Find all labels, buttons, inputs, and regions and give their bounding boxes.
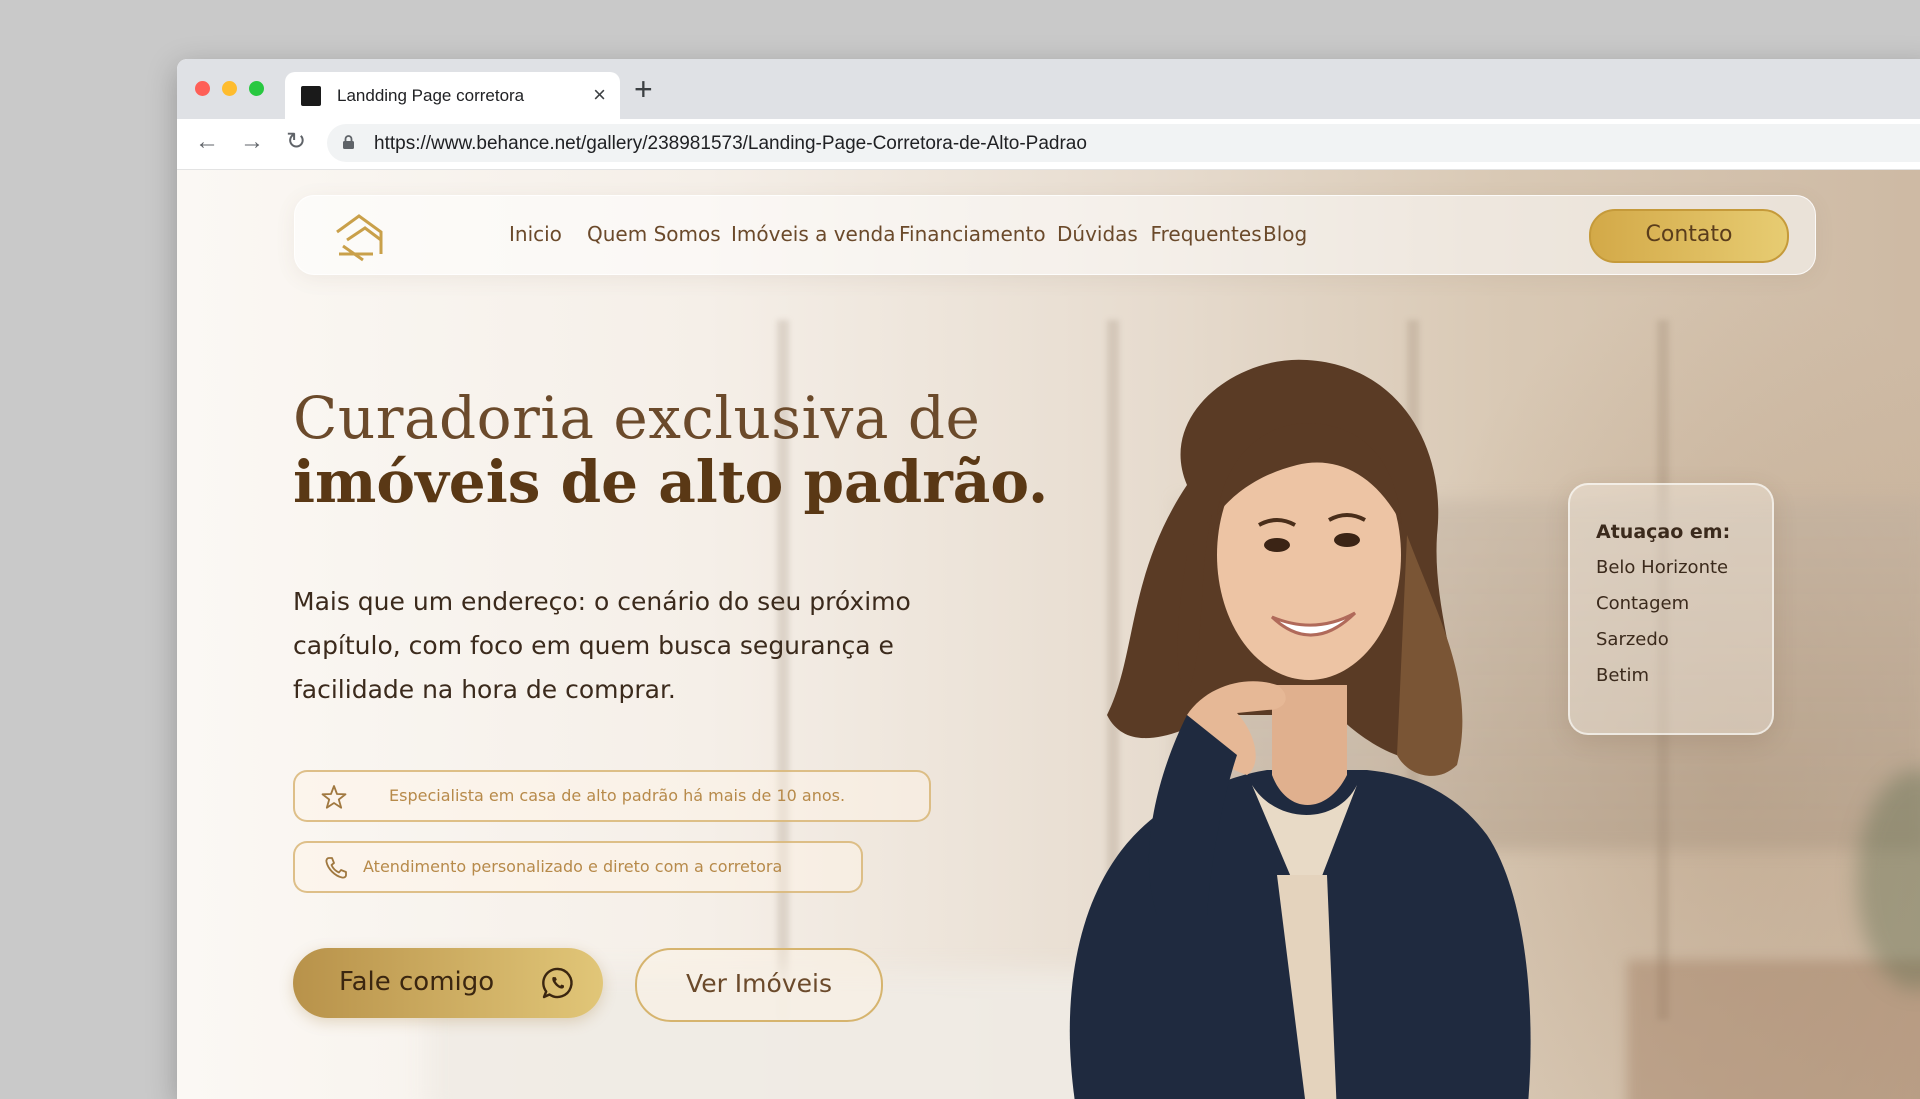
background-table	[1627, 960, 1920, 1099]
city-item: Contagem	[1596, 593, 1690, 614]
lock-icon	[343, 135, 354, 149]
landing-page: Inicio Quem Somos Imóveis a venda Financ…	[177, 170, 1920, 1099]
maximize-window-button[interactable]	[249, 81, 264, 96]
atuacao-card: Atuaçao em: Belo Horizonte Contagem Sarz…	[1568, 483, 1774, 735]
address-bar[interactable]: https://www.behance.net/gallery/23898157…	[327, 124, 1920, 162]
tab-strip: Landding Page corretora × +	[177, 59, 1920, 119]
contato-button[interactable]: Contato	[1589, 209, 1789, 263]
whatsapp-icon	[542, 967, 573, 999]
ver-imoveis-button[interactable]: Ver Imóveis	[635, 948, 883, 1022]
city-item: Betim	[1596, 665, 1650, 686]
nav-imoveis-a-venda[interactable]: Imóveis a venda	[731, 222, 895, 246]
reload-icon[interactable]: ↻	[281, 127, 311, 157]
nav-financiamento[interactable]: Financiamento	[899, 222, 1046, 246]
nav-inicio[interactable]: Inicio	[509, 222, 562, 246]
city-item: Belo Horizonte	[1596, 557, 1729, 578]
tab-close-icon[interactable]: ×	[593, 82, 606, 108]
atuacao-title: Atuaçao em:	[1596, 521, 1731, 543]
favicon-icon	[301, 86, 321, 106]
star-icon	[321, 785, 347, 809]
back-arrow-icon[interactable]: ←	[192, 127, 222, 157]
tab-title: Landding Page corretora	[337, 86, 525, 105]
feature-badge-experience: Especialista em casa de alto padrão há m…	[293, 770, 931, 822]
hero-headline-line1: Curadoria exclusiva de	[293, 384, 981, 452]
city-item: Sarzedo	[1596, 629, 1669, 650]
feature-text: Atendimento personalizado e direto com a…	[363, 857, 783, 876]
fale-comigo-label: Fale comigo	[339, 967, 495, 997]
browser-toolbar: ← → ↻ https://www.behance.net/gallery/23…	[177, 119, 1920, 170]
nav-blog[interactable]: Blog	[1263, 222, 1307, 246]
site-header: Inicio Quem Somos Imóveis a venda Financ…	[294, 195, 1816, 275]
feature-text: Especialista em casa de alto padrão há m…	[389, 786, 846, 805]
browser-window: Landding Page corretora × + ← → ↻ https:…	[177, 59, 1920, 1099]
feature-badge-service: Atendimento personalizado e direto com a…	[293, 841, 863, 893]
phone-icon	[325, 857, 347, 879]
fale-comigo-button[interactable]: Fale comigo	[293, 948, 603, 1018]
hero-subtitle: Mais que um endereço: o cenário do seu p…	[293, 587, 911, 704]
forward-arrow-icon[interactable]: →	[237, 127, 267, 157]
realtor-photo	[1069, 359, 1531, 1099]
hero-headline-line2: imóveis de alto padrão.	[293, 448, 1049, 516]
nav-quem-somos[interactable]: Quem Somos	[587, 222, 721, 246]
new-tab-button[interactable]: +	[634, 71, 653, 108]
close-window-button[interactable]	[195, 81, 210, 96]
url-text: https://www.behance.net/gallery/23898157…	[374, 133, 1087, 154]
nav-duvidas-frequentes[interactable]: Dúvidas Frequentes	[1057, 222, 1262, 246]
browser-tab[interactable]: Landding Page corretora ×	[285, 72, 620, 119]
house-logo-icon[interactable]	[333, 210, 389, 262]
minimize-window-button[interactable]	[222, 81, 237, 96]
